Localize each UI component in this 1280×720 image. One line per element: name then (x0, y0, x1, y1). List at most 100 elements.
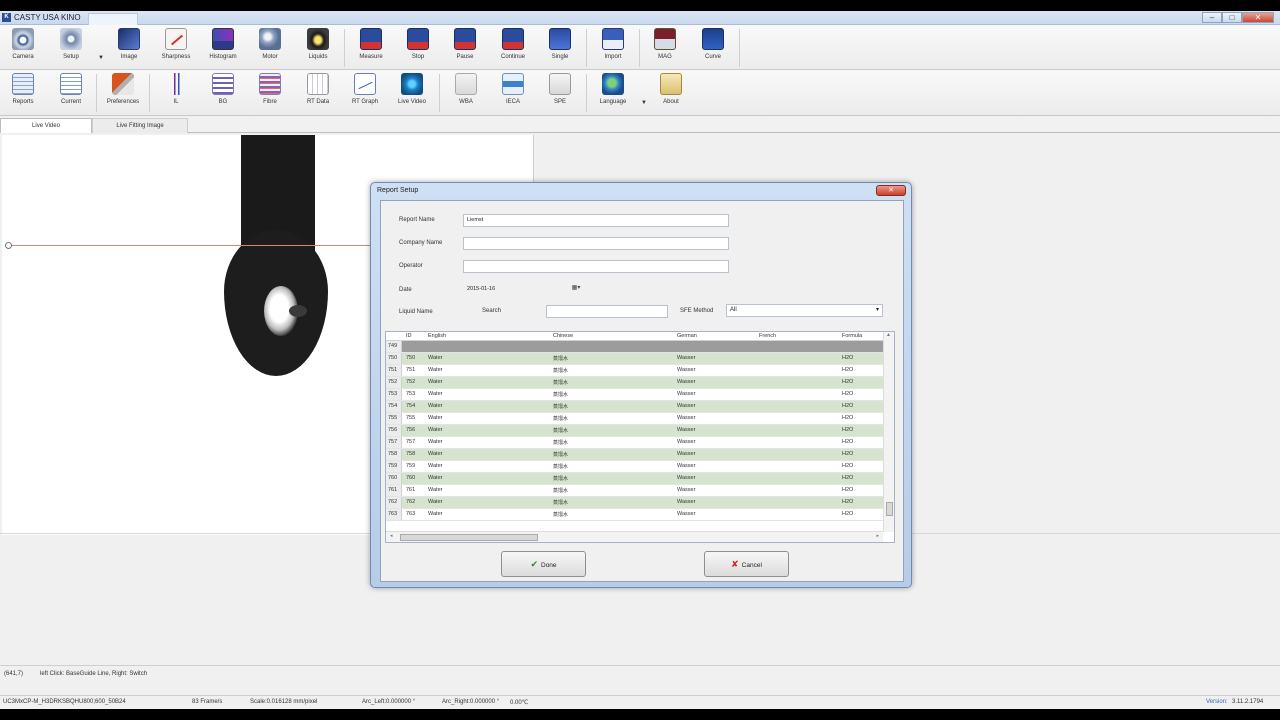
row-header: 761 (386, 485, 402, 496)
cell-german: Wasser (677, 367, 696, 373)
curve-button[interactable]: Curve (691, 28, 735, 68)
single-button[interactable]: Single (538, 28, 582, 68)
cell-german: Wasser (677, 391, 696, 397)
table-row[interactable]: 760 760 Water 蒸馏水 Wasser H2O (386, 473, 883, 485)
table-row[interactable]: 756 756 Water 蒸馏水 Wasser H2O (386, 425, 883, 437)
table-row[interactable]: 757 757 Water 蒸馏水 Wasser H2O (386, 437, 883, 449)
date-field[interactable]: 2015-01-16 (463, 283, 585, 296)
table-row[interactable]: 750 750 Water 蒸馏水 Wasser H2O (386, 353, 883, 365)
dialog-close-button[interactable]: ✕ (876, 185, 906, 196)
window-title: CASTY USA KINO (14, 13, 81, 22)
measure-button[interactable]: Measure (349, 28, 393, 68)
about-button[interactable]: About (649, 73, 693, 113)
scroll-right-icon[interactable]: ▸ (876, 533, 879, 539)
sfe-method-select[interactable]: All ▾ (726, 304, 883, 317)
operator-field[interactable] (463, 260, 729, 273)
toolbar-separator (96, 74, 97, 112)
table-row[interactable]: 752 752 Water 蒸馏水 Wasser H2O (386, 377, 883, 389)
col-id[interactable]: ID (406, 333, 412, 339)
ieca-button[interactable]: IECA (491, 73, 535, 113)
liquids-button[interactable]: Liquids (296, 28, 340, 68)
col-german[interactable]: German (677, 333, 697, 339)
baseguide-handle[interactable] (5, 242, 12, 249)
table-row[interactable]: 751 751 Water 蒸馏水 Wasser H2O (386, 365, 883, 377)
wba-button[interactable]: WBA (444, 73, 488, 113)
continue-button[interactable]: Continue (491, 28, 535, 68)
done-button[interactable]: ✔ Done (501, 551, 586, 577)
scroll-left-icon[interactable]: ◂ (390, 533, 393, 539)
reports-button[interactable]: Reports (1, 73, 45, 113)
mag-button[interactable]: MAG (643, 28, 687, 68)
rt-graph-button[interactable]: RT Graph (343, 73, 387, 113)
live-video-button[interactable]: Live Video (390, 73, 434, 113)
table-row[interactable]: 758 758 Water 蒸馏水 Wasser H2O (386, 449, 883, 461)
liquids-table: ID English Chinese German French Formula… (385, 331, 895, 543)
table-row[interactable]: 759 759 Water 蒸馏水 Wasser H2O (386, 461, 883, 473)
col-formula[interactable]: Formula (842, 333, 862, 339)
pause-button[interactable]: Pause (443, 28, 487, 68)
rt-data-button[interactable]: RT Data (296, 73, 340, 113)
il-button[interactable]: IL (154, 73, 198, 113)
table-row[interactable]: 749 (386, 341, 883, 353)
spe-button[interactable]: SPE (538, 73, 582, 113)
language-dropdown-caret[interactable]: ▼ (641, 100, 647, 106)
table-row[interactable]: 753 753 Water 蒸馏水 Wasser H2O (386, 389, 883, 401)
cell-formula: H2O (842, 439, 854, 445)
motor-button[interactable]: Motor (248, 28, 292, 68)
version-number: 3.11.2.1794 (1232, 699, 1264, 705)
liquid-search-field[interactable] (546, 305, 668, 318)
single-icon (549, 28, 571, 50)
histogram-button[interactable]: Histogram (201, 28, 245, 68)
horizontal-scroll-thumb[interactable] (400, 534, 538, 541)
table-row[interactable]: 761 761 Water 蒸馏水 Wasser H2O (386, 485, 883, 497)
calendar-dropdown-button[interactable]: ▦▾ (569, 283, 583, 293)
table-row[interactable]: 755 755 Water 蒸馏水 Wasser H2O (386, 413, 883, 425)
tab-live-video[interactable]: Live Video (0, 118, 92, 133)
title-tab[interactable] (88, 13, 138, 25)
scroll-up-icon[interactable]: ▲ (886, 332, 891, 338)
cell-id: 760 (406, 475, 416, 481)
cell-english: Water (428, 511, 443, 517)
report-name-field[interactable]: Liemst (463, 214, 729, 227)
col-chinese[interactable]: Chinese (553, 333, 573, 339)
title-bar: K CASTY USA KINO – □ ✕ (0, 11, 1280, 25)
maximize-button[interactable]: □ (1222, 12, 1242, 23)
cell-english: Water (428, 367, 443, 373)
table-header: ID English Chinese German French Formula (386, 332, 883, 341)
fibre-button[interactable]: Fibre (248, 73, 292, 113)
language-button[interactable]: Language (591, 73, 635, 113)
table-row[interactable]: 763 763 Water 蒸馏水 Wasser H2O (386, 509, 883, 521)
cancel-button[interactable]: ✘ Cancel (704, 551, 789, 577)
minimize-button[interactable]: – (1202, 12, 1222, 23)
tab-live-fitting-image[interactable]: Live Fitting Image (92, 118, 188, 133)
close-window-button[interactable]: ✕ (1242, 12, 1274, 23)
continue-icon (502, 28, 524, 50)
cell-formula: H2O (842, 475, 854, 481)
camera-button[interactable]: Camera (1, 28, 45, 68)
bg-icon (212, 73, 234, 95)
vertical-scroll-thumb[interactable] (886, 502, 893, 516)
table-row[interactable]: 754 754 Water 蒸馏水 Wasser H2O (386, 401, 883, 413)
toolbar-separator (586, 29, 587, 67)
cell-german: Wasser (677, 403, 696, 409)
import-button[interactable]: Import (591, 28, 635, 68)
cell-english: Water (428, 415, 443, 421)
setup-button[interactable]: Setup (49, 28, 93, 68)
image-button[interactable]: Image (107, 28, 151, 68)
bg-button[interactable]: BG (201, 73, 245, 113)
stop-button[interactable]: Stop (396, 28, 440, 68)
setup-dropdown-caret[interactable]: ▼ (98, 55, 104, 61)
vertical-scrollbar[interactable]: ▲ (883, 332, 894, 532)
sfe-method-value: All (730, 307, 737, 313)
toolbar-separator (439, 74, 440, 112)
pause-icon (454, 28, 476, 50)
table-row[interactable]: 762 762 Water 蒸馏水 Wasser H2O (386, 497, 883, 509)
col-french[interactable]: French (759, 333, 776, 339)
horizontal-scrollbar[interactable]: ◂ ▸ (386, 531, 883, 542)
current-button[interactable]: Current (49, 73, 93, 113)
preferences-button[interactable]: Preferences (101, 73, 145, 113)
company-name-field[interactable] (463, 237, 729, 250)
col-english[interactable]: English (428, 333, 446, 339)
histogram-icon (212, 28, 234, 50)
sharpness-button[interactable]: Sharpness (154, 28, 198, 68)
